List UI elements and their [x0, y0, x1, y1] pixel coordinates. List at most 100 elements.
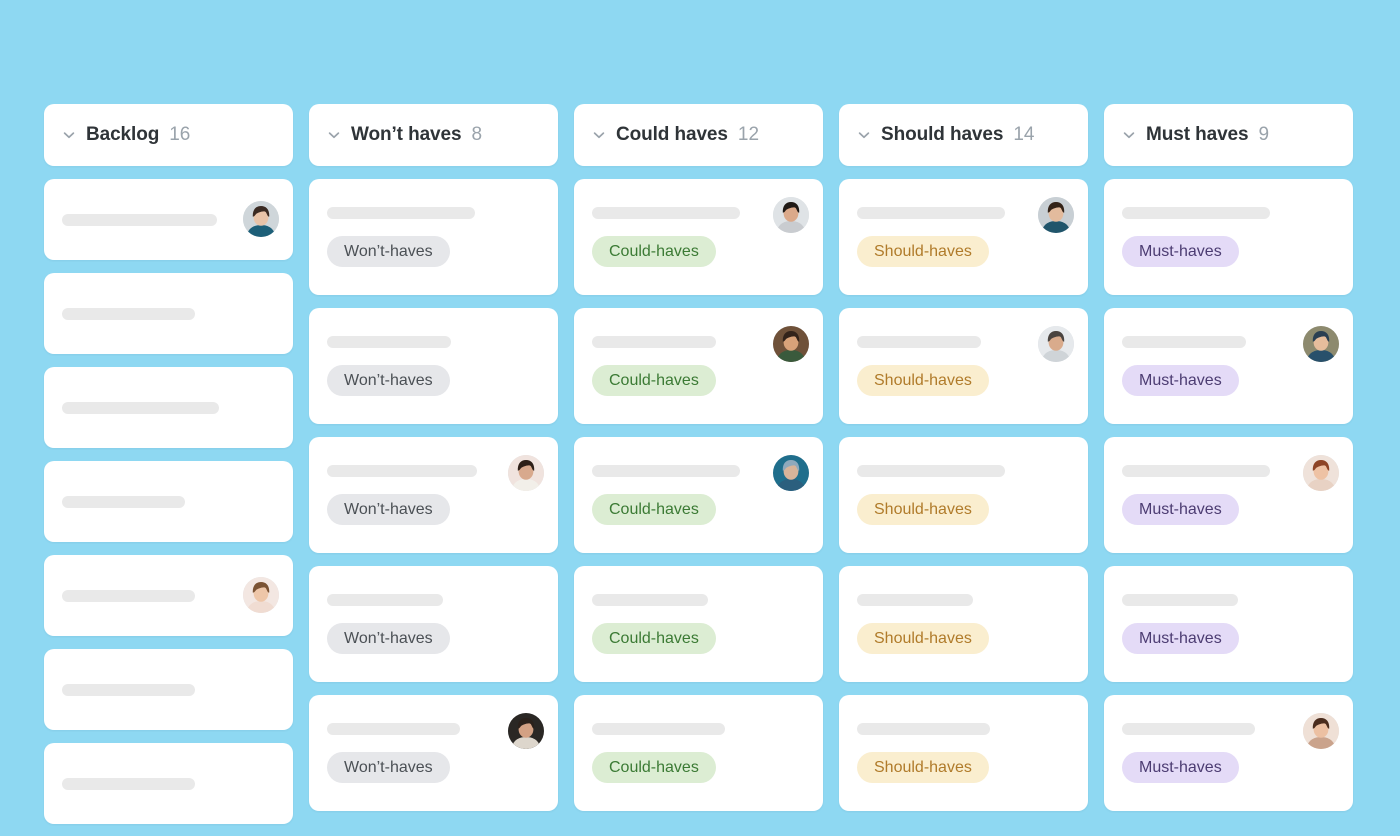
column-header-should-haves[interactable]: Should haves 14: [839, 104, 1088, 166]
column-should-haves: Should haves 14 Should-haves Should-haves Sh…: [839, 104, 1088, 824]
skeleton-bar: [592, 594, 708, 606]
card[interactable]: [44, 461, 293, 542]
card-tag-could-haves[interactable]: Could-haves: [592, 236, 716, 267]
card-title-placeholder: [857, 594, 1070, 606]
chevron-down-icon[interactable]: [1122, 128, 1136, 142]
card-tag-must-haves[interactable]: Must-haves: [1122, 494, 1239, 525]
skeleton-bar: [857, 465, 1005, 477]
column-title: Could haves: [616, 124, 728, 145]
card[interactable]: Could-haves: [574, 308, 823, 424]
column-card-count: 12: [737, 124, 760, 145]
card-tag-should-haves[interactable]: Should-haves: [857, 236, 989, 267]
card[interactable]: Should-haves: [839, 179, 1088, 295]
avatar-woman-redhead[interactable]: [1303, 455, 1339, 491]
card-tag-should-haves[interactable]: Should-haves: [857, 494, 989, 525]
column-card-count: 8: [471, 124, 483, 145]
skeleton-bar: [1122, 594, 1238, 606]
skeleton-bar: [327, 465, 477, 477]
avatar-woman-curly[interactable]: [773, 326, 809, 362]
card[interactable]: Could-haves: [574, 695, 823, 811]
skeleton-bar: [327, 207, 475, 219]
card-title-placeholder: [327, 594, 540, 606]
column-header-backlog[interactable]: Backlog 16: [44, 104, 293, 166]
column-backlog: Backlog 16: [44, 104, 293, 824]
card[interactable]: Won’t-haves: [309, 308, 558, 424]
card-tag-wont-haves[interactable]: Won’t-haves: [327, 494, 450, 525]
card[interactable]: Won’t-haves: [309, 437, 558, 553]
card-tag-must-haves[interactable]: Must-haves: [1122, 236, 1239, 267]
chevron-down-icon[interactable]: [592, 128, 606, 142]
skeleton-bar: [857, 336, 981, 348]
column-header-must-haves[interactable]: Must haves 9: [1104, 104, 1353, 166]
card[interactable]: Won’t-haves: [309, 695, 558, 811]
card-title-placeholder: [592, 594, 805, 606]
column-wont-haves: Won’t haves 8 Won’t-haves Won’t-haves Won’t-…: [309, 104, 558, 824]
chevron-down-icon[interactable]: [62, 128, 76, 142]
avatar-woman-brunette[interactable]: [1303, 713, 1339, 749]
avatar-woman-hood-smile[interactable]: [1303, 326, 1339, 362]
skeleton-bar: [62, 683, 195, 696]
card[interactable]: Won’t-haves: [309, 179, 558, 295]
skeleton-bar: [1122, 336, 1246, 348]
skeleton-bar: [327, 723, 460, 735]
skeleton-bar: [1122, 723, 1255, 735]
column-header-could-haves[interactable]: Could haves 12: [574, 104, 823, 166]
card-tag-should-haves[interactable]: Should-haves: [857, 752, 989, 783]
card-tag-should-haves[interactable]: Should-haves: [857, 623, 989, 654]
column-must-haves: Must haves 9 Must-haves Must-haves Must-have…: [1104, 104, 1353, 824]
card[interactable]: Must-haves: [1104, 179, 1353, 295]
card-tag-could-haves[interactable]: Could-haves: [592, 752, 716, 783]
card[interactable]: Should-haves: [839, 437, 1088, 553]
card-tag-must-haves[interactable]: Must-haves: [1122, 365, 1239, 396]
card-tag-wont-haves[interactable]: Won’t-haves: [327, 752, 450, 783]
skeleton-bar: [327, 336, 451, 348]
avatar-woman-dark-hair[interactable]: [243, 201, 279, 237]
card[interactable]: Must-haves: [1104, 695, 1353, 811]
skeleton-bar: [857, 207, 1005, 219]
column-title: Backlog: [86, 124, 160, 145]
card-tag-must-haves[interactable]: Must-haves: [1122, 752, 1239, 783]
card[interactable]: Won’t-haves: [309, 566, 558, 682]
card[interactable]: [44, 367, 293, 448]
skeleton-bar: [592, 207, 740, 219]
column-card-count: 9: [1258, 124, 1270, 145]
card[interactable]: [44, 179, 293, 260]
kanban-board: Backlog 16 Won’t haves 8 Won’t-haves Won’t-ha…: [44, 104, 1356, 824]
card[interactable]: Could-haves: [574, 566, 823, 682]
card[interactable]: Should-haves: [839, 566, 1088, 682]
avatar-man-light-shirt[interactable]: [508, 455, 544, 491]
card-tag-could-haves[interactable]: Could-haves: [592, 623, 716, 654]
skeleton-bar: [592, 465, 740, 477]
skeleton-bar: [592, 723, 725, 735]
card-tag-must-haves[interactable]: Must-haves: [1122, 623, 1239, 654]
card-tag-wont-haves[interactable]: Won’t-haves: [327, 365, 450, 396]
card[interactable]: Must-haves: [1104, 566, 1353, 682]
column-header-wont-haves[interactable]: Won’t haves 8: [309, 104, 558, 166]
card-tag-could-haves[interactable]: Could-haves: [592, 494, 716, 525]
card-tag-could-haves[interactable]: Could-haves: [592, 365, 716, 396]
avatar-woman-dark-hair-2[interactable]: [1038, 197, 1074, 233]
card[interactable]: Must-haves: [1104, 437, 1353, 553]
skeleton-bar: [857, 723, 990, 735]
card[interactable]: Could-haves: [574, 437, 823, 553]
avatar-man-beard[interactable]: [508, 713, 544, 749]
card-tag-wont-haves[interactable]: Won’t-haves: [327, 236, 450, 267]
avatar-woman-long-hair[interactable]: [243, 577, 279, 613]
avatar-man-glasses[interactable]: [1038, 326, 1074, 362]
avatar-person-hood-blue[interactable]: [773, 455, 809, 491]
card[interactable]: Must-haves: [1104, 308, 1353, 424]
avatar-man-cap[interactable]: [773, 197, 809, 233]
card[interactable]: Should-haves: [839, 695, 1088, 811]
card[interactable]: [44, 273, 293, 354]
card[interactable]: [44, 743, 293, 824]
chevron-down-icon[interactable]: [857, 128, 871, 142]
card-title-placeholder: [1122, 594, 1335, 606]
card-tag-should-haves[interactable]: Should-haves: [857, 365, 989, 396]
column-title: Must haves: [1146, 124, 1249, 145]
card[interactable]: Could-haves: [574, 179, 823, 295]
card[interactable]: [44, 649, 293, 730]
card[interactable]: [44, 555, 293, 636]
card[interactable]: Should-haves: [839, 308, 1088, 424]
chevron-down-icon[interactable]: [327, 128, 341, 142]
card-tag-wont-haves[interactable]: Won’t-haves: [327, 623, 450, 654]
